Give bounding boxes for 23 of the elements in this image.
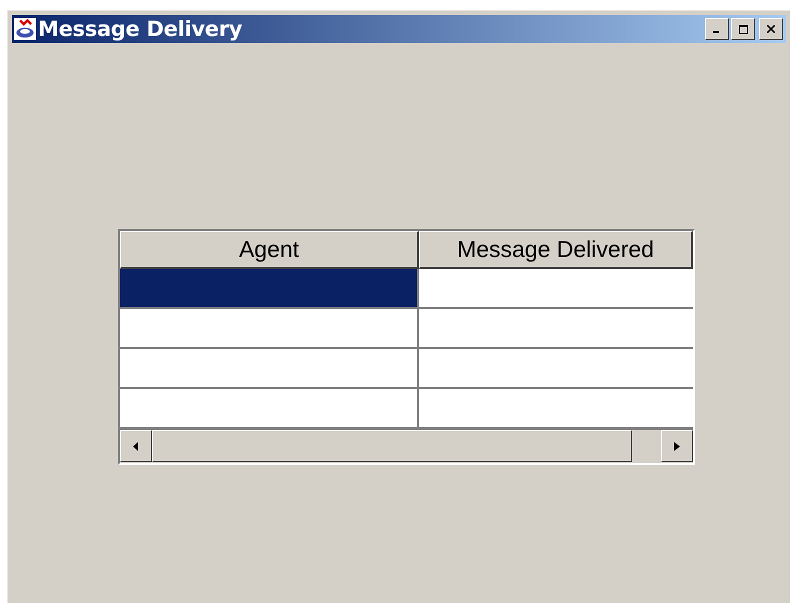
table-cell[interactable] [120,389,419,429]
table-cell[interactable] [120,309,419,349]
maximize-button[interactable] [731,18,755,40]
column-header[interactable]: Message Delivered [419,231,693,269]
close-button[interactable] [759,18,783,40]
app-icon [14,18,36,40]
table-cell[interactable] [120,349,419,389]
column-header[interactable]: Agent [120,231,419,269]
scroll-right-button[interactable] [661,430,693,462]
table-cell[interactable] [419,269,693,309]
minimize-button[interactable] [705,18,729,40]
left-arrow-icon [133,442,139,450]
table-cell[interactable] [419,309,693,349]
right-arrow-icon [674,442,680,450]
table-cell[interactable] [120,269,419,309]
close-icon [767,25,775,33]
window-title: Message Delivery [38,17,242,41]
horizontal-scrollbar[interactable] [120,429,693,462]
scroll-left-button[interactable] [120,430,152,462]
maximize-icon [738,24,748,34]
table-cell[interactable] [419,389,693,429]
table-cell[interactable] [419,349,693,389]
scroll-thumb[interactable] [152,430,632,462]
